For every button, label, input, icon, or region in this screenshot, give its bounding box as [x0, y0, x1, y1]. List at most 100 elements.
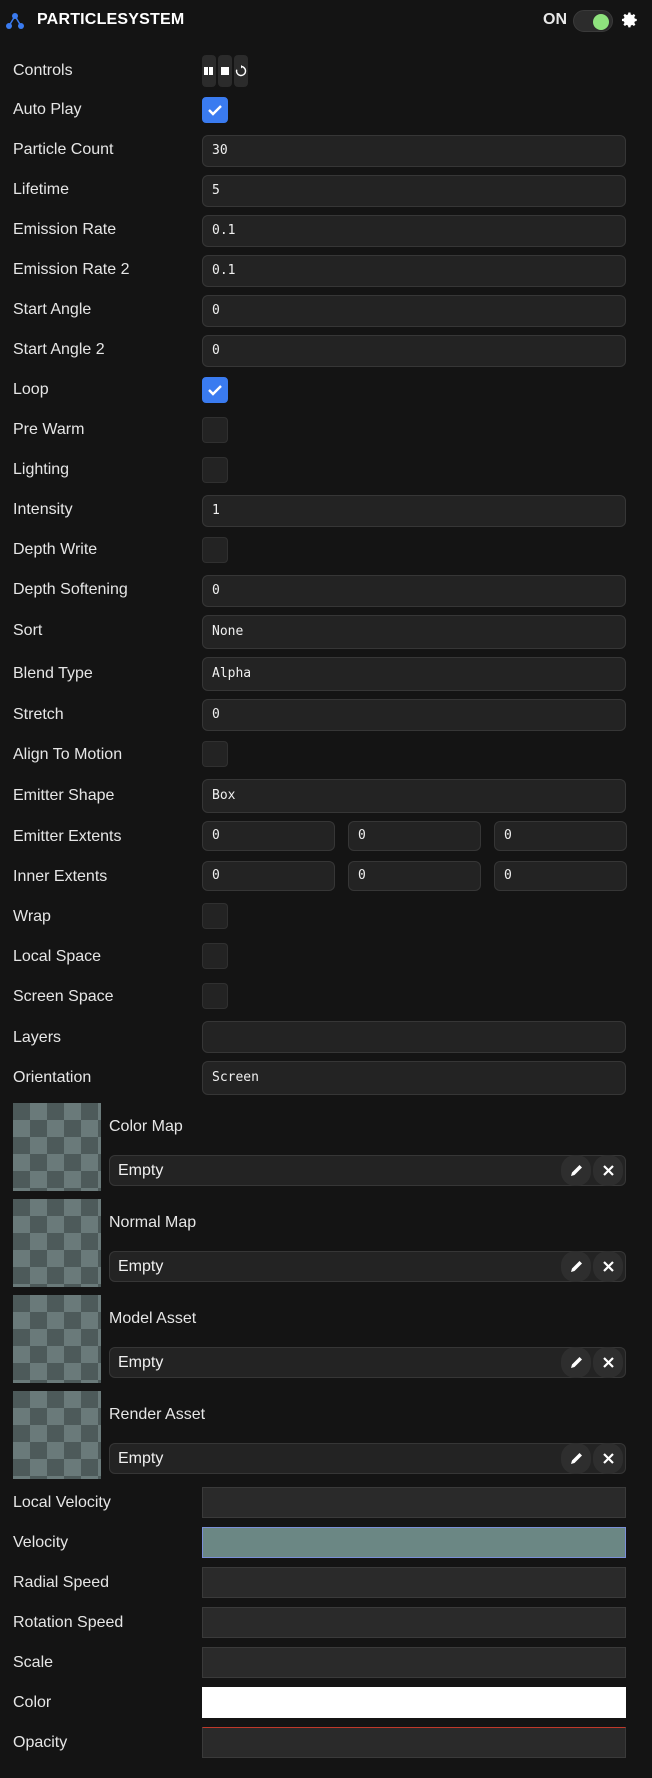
start-angle-label: Start Angle [13, 301, 92, 318]
emission-rate-2-input[interactable]: 0.1 [202, 255, 626, 287]
particle-count-label: Particle Count [13, 141, 114, 158]
inner-extents-z-input[interactable]: 0 [494, 861, 627, 891]
controls-label: Controls [13, 62, 73, 79]
clear-asset-button[interactable] [593, 1251, 623, 1282]
emitter-extents-x-input[interactable]: 0 [202, 821, 335, 851]
play-button[interactable] [202, 55, 216, 87]
reset-button[interactable] [234, 55, 248, 87]
align-to-motion-checkbox[interactable] [202, 741, 228, 767]
edit-asset-button[interactable] [561, 1443, 591, 1474]
inner-extents-x-input[interactable]: 0 [202, 861, 335, 891]
inner-extents-label: Inner Extents [13, 868, 108, 885]
local-velocity-label: Local Velocity [13, 1494, 111, 1511]
asset-thumbnail[interactable] [13, 1199, 101, 1287]
particle-system-icon [6, 13, 24, 29]
gear-icon[interactable] [621, 11, 639, 29]
color-label: Color [13, 1694, 52, 1711]
pre-warm-checkbox[interactable] [202, 417, 228, 443]
color-gradient[interactable] [202, 1687, 626, 1718]
opacity-curve[interactable] [202, 1727, 626, 1758]
edit-asset-button[interactable] [561, 1347, 591, 1378]
screen-space-label: Screen Space [13, 988, 114, 1005]
component-title: PARTICLESYSTEM [37, 11, 185, 28]
scale-label: Scale [13, 1654, 54, 1671]
asset-thumbnail[interactable] [13, 1391, 101, 1479]
pencil-icon [570, 1165, 582, 1176]
wrap-label: Wrap [13, 908, 51, 925]
stretch-label: Stretch [13, 706, 64, 723]
emitter-shape-label: Emitter Shape [13, 787, 115, 804]
orientation-label: Orientation [13, 1069, 92, 1086]
auto-play-checkbox[interactable] [202, 97, 228, 123]
asset-thumbnail[interactable] [13, 1103, 101, 1191]
orientation-select[interactable]: Screen [202, 1061, 626, 1095]
enabled-label: ON [543, 11, 567, 28]
depth-softening-label: Depth Softening [13, 581, 128, 598]
start-angle-2-input[interactable]: 0 [202, 335, 626, 367]
radial-speed-label: Radial Speed [13, 1574, 110, 1591]
layers-input[interactable] [202, 1021, 626, 1053]
lighting-label: Lighting [13, 461, 70, 478]
screen-space-checkbox[interactable] [202, 983, 228, 1009]
edit-asset-button[interactable] [561, 1251, 591, 1282]
stretch-input[interactable]: 0 [202, 699, 626, 731]
pencil-icon [570, 1261, 582, 1272]
blend-type-label: Blend Type [13, 665, 93, 682]
rotation-speed-curve[interactable] [202, 1607, 626, 1638]
emitter-shape-select[interactable]: Box [202, 779, 626, 813]
emitter-extents-label: Emitter Extents [13, 828, 122, 845]
stop-button[interactable] [218, 55, 232, 87]
opacity-label: Opacity [13, 1734, 68, 1751]
intensity-input[interactable]: 1 [202, 495, 626, 527]
inner-extents-y-input[interactable]: 0 [348, 861, 481, 891]
edit-asset-button[interactable] [561, 1155, 591, 1186]
asset-field[interactable]: Empty [109, 1251, 626, 1282]
local-space-checkbox[interactable] [202, 943, 228, 969]
wrap-checkbox[interactable] [202, 903, 228, 929]
depth-write-label: Depth Write [13, 541, 98, 558]
asset-field[interactable]: Empty [109, 1155, 626, 1186]
toggle-knob [593, 14, 609, 30]
scale-curve[interactable] [202, 1647, 626, 1678]
particle-count-input[interactable]: 30 [202, 135, 626, 167]
loop-label: Loop [13, 381, 49, 398]
local-space-label: Local Space [13, 948, 102, 965]
asset-value: Empty [118, 1354, 164, 1371]
reset-icon [235, 65, 247, 77]
enabled-toggle[interactable] [573, 10, 613, 32]
clear-asset-button[interactable] [593, 1155, 623, 1186]
rotation-speed-label: Rotation Speed [13, 1614, 124, 1631]
asset-field[interactable]: Empty [109, 1443, 626, 1474]
layers-label: Layers [13, 1029, 62, 1046]
velocity-curve[interactable] [202, 1527, 626, 1558]
stop-icon [221, 67, 229, 75]
local-velocity-curve[interactable] [202, 1487, 626, 1518]
asset-value: Empty [118, 1450, 164, 1467]
loop-checkbox[interactable] [202, 377, 228, 403]
asset-label: Color Map [109, 1118, 183, 1135]
sort-select[interactable]: None [202, 615, 626, 649]
emitter-extents-y-input[interactable]: 0 [348, 821, 481, 851]
lighting-checkbox[interactable] [202, 457, 228, 483]
asset-thumbnail[interactable] [13, 1295, 101, 1383]
lifetime-label: Lifetime [13, 181, 70, 198]
start-angle-input[interactable]: 0 [202, 295, 626, 327]
play-icon [204, 67, 213, 75]
radial-speed-curve[interactable] [202, 1567, 626, 1598]
lifetime-input[interactable]: 5 [202, 175, 626, 207]
checkmark-icon [208, 385, 222, 396]
blend-type-select[interactable]: Alpha [202, 657, 626, 691]
sort-label: Sort [13, 622, 43, 639]
asset-value: Empty [118, 1162, 164, 1179]
clear-asset-button[interactable] [593, 1347, 623, 1378]
velocity-label: Velocity [13, 1534, 69, 1551]
clear-asset-button[interactable] [593, 1443, 623, 1474]
emission-rate-input[interactable]: 0.1 [202, 215, 626, 247]
emitter-extents-z-input[interactable]: 0 [494, 821, 627, 851]
asset-label: Model Asset [109, 1310, 197, 1327]
close-icon [602, 1261, 614, 1272]
depth-softening-input[interactable]: 0 [202, 575, 626, 607]
close-icon [602, 1165, 614, 1176]
asset-field[interactable]: Empty [109, 1347, 626, 1378]
depth-write-checkbox[interactable] [202, 537, 228, 563]
